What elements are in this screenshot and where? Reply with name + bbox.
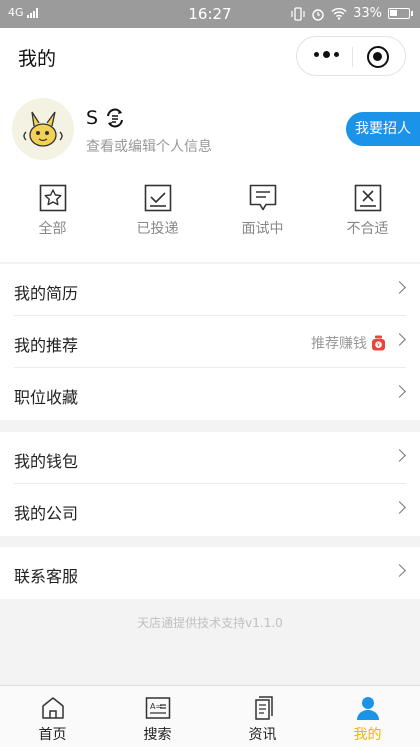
menu-item-label: 联系客服 (14, 567, 79, 586)
nav-label: 资讯 (248, 727, 277, 743)
chevron-right-icon (393, 281, 406, 294)
tab-label: 全部 (38, 221, 67, 237)
user-icon (356, 697, 379, 720)
menu-item-label: 我的钱包 (14, 452, 79, 471)
edit-profile-hint[interactable]: 查看或编辑个人信息 (86, 136, 212, 156)
menu-item-wallet[interactable]: 我的钱包 (0, 432, 420, 484)
chevron-right-icon (393, 564, 406, 577)
tab-all[interactable]: 全部 (0, 184, 105, 246)
page-title: 我的 (18, 48, 57, 70)
battery-percent: 33% (353, 6, 382, 21)
chat-box-icon (249, 184, 276, 211)
tab-delivered[interactable]: 已投递 (105, 184, 210, 246)
menu-item-customer-service[interactable]: 联系客服 (0, 547, 420, 599)
menu-item-label: 职位收藏 (14, 388, 79, 407)
vibrate-icon (291, 6, 305, 21)
referral-reward-text: 推荐赚钱 (311, 336, 367, 352)
close-miniprogram-icon[interactable] (367, 46, 389, 68)
miniprogram-capsule (296, 36, 406, 76)
svg-text:A=: A= (150, 702, 162, 711)
avatar[interactable] (12, 98, 74, 160)
profile-section: S 查看或编辑个人信息 我要招人 全部 已投递 面试中 不合适 (0, 84, 420, 262)
menu-item-resume[interactable]: 我的简历 (0, 264, 420, 316)
id-card-icon: A= (145, 697, 170, 719)
menu-item-referral[interactable]: 我的推荐 推荐赚钱 ¥ (0, 316, 420, 368)
page-header: 我的 (0, 28, 420, 84)
tab-label: 不合适 (346, 221, 389, 237)
more-menu-icon[interactable] (314, 51, 339, 58)
alarm-icon (312, 8, 324, 21)
user-name: S (86, 107, 99, 129)
svg-text:¥: ¥ (377, 343, 380, 349)
menu-item-label: 我的公司 (14, 504, 79, 523)
capsule-divider (352, 47, 353, 67)
battery-icon (388, 8, 413, 19)
nav-search[interactable]: A= 搜索 (105, 686, 210, 747)
nav-news[interactable]: 资讯 (210, 686, 315, 747)
chevron-right-icon (393, 333, 406, 346)
nav-label: 搜索 (143, 727, 172, 743)
tech-support-note: 天店通提供技术支持v1.1.0 (137, 616, 283, 630)
menu-item-favorites[interactable]: 职位收藏 (0, 368, 420, 420)
check-box-icon (144, 184, 171, 212)
home-icon (41, 697, 64, 719)
application-status-tabs: 全部 已投递 面试中 不合适 (0, 184, 420, 246)
nav-label: 我的 (353, 727, 382, 743)
nav-home[interactable]: 首页 (0, 686, 105, 747)
referral-reward-hint: 推荐赚钱 ¥ (311, 333, 386, 353)
wifi-icon (331, 7, 347, 20)
menu-item-label: 我的推荐 (14, 336, 79, 355)
switch-identity-icon[interactable] (104, 107, 126, 129)
money-bag-icon: ¥ (372, 335, 385, 351)
nav-label: 首页 (38, 727, 67, 743)
menu-item-label: 我的简历 (14, 284, 79, 303)
tab-label: 已投递 (136, 221, 179, 237)
cross-box-icon (354, 184, 381, 212)
user-name-row[interactable]: S (86, 107, 126, 129)
status-bar: 4G 16:27 33% (0, 0, 420, 28)
chevron-right-icon (393, 449, 406, 462)
nav-mine[interactable]: 我的 (315, 686, 420, 747)
menu-group-career: 我的简历 我的推荐 推荐赚钱 ¥ 职位收藏 (0, 264, 420, 420)
menu-group-account: 我的钱包 我的公司 (0, 432, 420, 536)
star-box-icon (39, 184, 66, 212)
bottom-nav: 首页 A= 搜索 资讯 我的 (0, 685, 420, 747)
tab-label: 面试中 (241, 221, 284, 237)
tab-interviewing[interactable]: 面试中 (210, 184, 315, 246)
avatar-illustration-icon (23, 111, 63, 147)
menu-item-company[interactable]: 我的公司 (0, 484, 420, 536)
status-icons: 33% (291, 6, 413, 21)
chevron-right-icon (393, 385, 406, 398)
chevron-right-icon (393, 501, 406, 514)
document-icon (254, 696, 273, 720)
recruit-button[interactable]: 我要招人 (346, 112, 420, 146)
menu-group-support: 联系客服 (0, 547, 420, 599)
tab-unsuitable[interactable]: 不合适 (315, 184, 420, 246)
